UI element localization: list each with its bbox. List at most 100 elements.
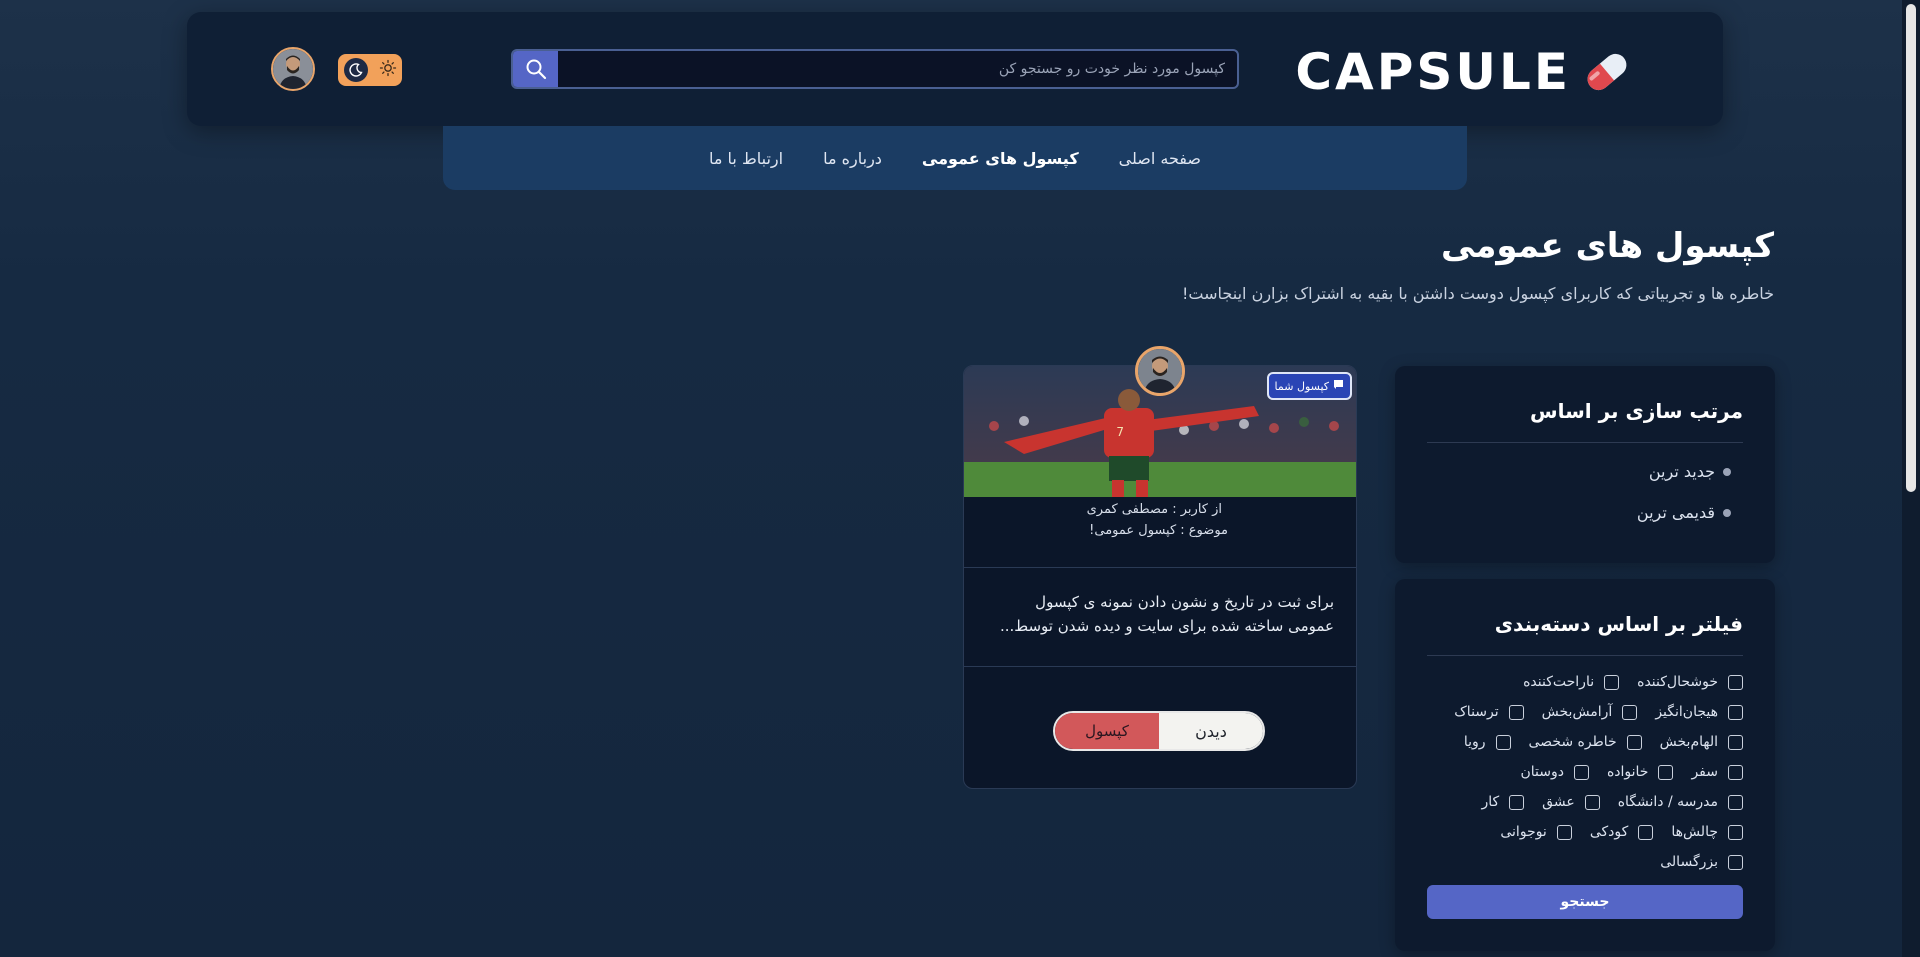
search-bar: [511, 49, 1239, 89]
sort-title: مرتب سازی بر اساس: [1530, 399, 1743, 423]
filter-sad[interactable]: ناراحت‌کننده: [1523, 674, 1620, 690]
filter-row: چالش‌ها کودکی نوجوانی: [1482, 824, 1743, 840]
sun-icon[interactable]: [379, 59, 397, 81]
theme-toggle[interactable]: [338, 54, 402, 86]
card-divider: [964, 666, 1356, 667]
filter-row: مدرسه / دانشگاه عشق کار: [1463, 794, 1743, 810]
page-title: کپسول های عمومی: [1440, 226, 1774, 266]
filter-inspiring[interactable]: الهام‌بخش: [1660, 734, 1743, 750]
filter-friends[interactable]: دوستان: [1520, 764, 1589, 780]
bullet-icon: [1723, 467, 1731, 476]
filter-search-button[interactable]: جستجو: [1427, 885, 1743, 919]
logo[interactable]: CAPSULE: [1295, 42, 1635, 102]
sort-panel: مرتب سازی بر اساس جدید ترین قدیمی ترین: [1395, 366, 1775, 563]
checkbox[interactable]: [1638, 824, 1654, 840]
search-input[interactable]: [561, 51, 1235, 87]
book-icon: [1333, 379, 1344, 393]
checkbox[interactable]: [1728, 794, 1743, 810]
filter-calming[interactable]: آرامش‌بخش: [1542, 704, 1638, 720]
card-topic: موضوع : کپسول عمومی!: [1089, 523, 1228, 538]
nav-contact[interactable]: ارتباط با ما: [709, 149, 783, 168]
checkbox-label: هیجان‌انگیز: [1655, 704, 1718, 720]
filter-family[interactable]: خانواده: [1607, 764, 1674, 780]
page-scrollbar[interactable]: [1902, 0, 1920, 957]
filter-teenage[interactable]: نوجوانی: [1500, 824, 1572, 840]
filter-love[interactable]: عشق: [1542, 794, 1600, 810]
checkbox[interactable]: [1728, 764, 1743, 780]
checkbox[interactable]: [1584, 794, 1600, 810]
filter-school[interactable]: مدرسه / دانشگاه: [1618, 794, 1743, 810]
header: CAPSULE: [187, 12, 1723, 126]
user-avatar[interactable]: [271, 47, 315, 91]
filter-row: الهام‌بخش خاطره شخصی رویا: [1446, 734, 1743, 750]
moon-icon[interactable]: [343, 58, 368, 82]
checkbox-label: ناراحت‌کننده: [1523, 674, 1595, 690]
checkbox[interactable]: [1556, 824, 1572, 840]
checkbox-label: کودکی: [1589, 824, 1629, 840]
view-button[interactable]: دیدن: [1159, 713, 1263, 749]
filter-row: خوشحال‌کننده ناراحت‌کننده: [1505, 674, 1743, 690]
filter-travel[interactable]: سفر: [1691, 764, 1743, 780]
filter-title: فیلتر بر اساس دسته‌بندی: [1494, 612, 1743, 636]
checkbox[interactable]: [1728, 824, 1743, 840]
sort-option-newest[interactable]: جدید ترین: [1649, 462, 1731, 481]
filter-row: سفر خانواده دوستان: [1502, 764, 1743, 780]
filter-dream[interactable]: رویا: [1464, 734, 1511, 750]
checkbox-label: سفر: [1691, 764, 1718, 780]
sort-divider: [1427, 442, 1743, 443]
checkbox[interactable]: [1728, 734, 1743, 750]
checkbox-label: رویا: [1463, 734, 1486, 750]
filter-panel: فیلتر بر اساس دسته‌بندی خوشحال‌کننده نار…: [1395, 579, 1775, 951]
filter-happy[interactable]: خوشحال‌کننده: [1637, 674, 1743, 690]
checkbox[interactable]: [1626, 734, 1642, 750]
checkbox[interactable]: [1728, 674, 1743, 690]
checkbox-label: الهام‌بخش: [1659, 734, 1718, 750]
card-divider: [964, 567, 1356, 568]
svg-text:7: 7: [1116, 425, 1124, 439]
checkbox-label: نوجوانی: [1500, 824, 1547, 840]
checkbox-label: بزرگسالی: [1660, 854, 1718, 870]
nav-about[interactable]: درباره ما: [823, 149, 882, 168]
checkbox-label: مدرسه / دانشگاه: [1617, 794, 1718, 810]
filter-row: بزرگسالی: [1642, 854, 1743, 870]
filter-row: هیجان‌انگیز آرامش‌بخش ترسناک: [1436, 704, 1743, 720]
checkbox-label: دوستان: [1520, 764, 1564, 780]
nav-public-capsules[interactable]: کپسول های عمومی: [922, 149, 1079, 168]
filter-exciting[interactable]: هیجان‌انگیز: [1655, 704, 1743, 720]
search-button[interactable]: [513, 51, 558, 87]
capsule-card[interactable]: 7 کپسول شما از کاربر : مصطفی کمری موضوع …: [963, 346, 1357, 789]
checkbox[interactable]: [1728, 704, 1743, 720]
filter-work[interactable]: کار: [1481, 794, 1525, 810]
checkbox-label: ترسناک: [1454, 704, 1499, 720]
checkbox-label: خاطره شخصی: [1528, 734, 1617, 750]
checkbox[interactable]: [1728, 854, 1743, 870]
sort-option-oldest[interactable]: قدیمی ترین: [1637, 503, 1731, 522]
search-icon: [526, 59, 546, 80]
checkbox[interactable]: [1508, 704, 1524, 720]
checkbox-label: کار: [1481, 794, 1500, 810]
filter-challenges[interactable]: چالش‌ها: [1671, 824, 1743, 840]
checkbox-label: چالش‌ها: [1671, 824, 1718, 840]
filter-scary[interactable]: ترسناک: [1454, 704, 1524, 720]
filter-childhood[interactable]: کودکی: [1589, 824, 1654, 840]
card-text: برای ثبت در تاریخ و نشون دادن نمونه ی کپ…: [999, 593, 1334, 635]
capsule-button[interactable]: کپسول: [1055, 713, 1159, 749]
checkbox-label: خوشحال‌کننده: [1637, 674, 1718, 690]
checkbox[interactable]: [1573, 764, 1589, 780]
checkbox[interactable]: [1604, 674, 1620, 690]
filter-personal-memory[interactable]: خاطره شخصی: [1529, 734, 1642, 750]
card-author-avatar[interactable]: [1135, 346, 1185, 396]
scrollbar-thumb[interactable]: [1906, 4, 1916, 492]
bullet-icon: [1723, 508, 1731, 517]
capsule-badge-label: کپسول شما: [1274, 379, 1329, 393]
filter-divider: [1427, 655, 1743, 656]
checkbox[interactable]: [1509, 794, 1525, 810]
capsule-pill-icon: [1587, 53, 1627, 91]
checkbox[interactable]: [1658, 764, 1674, 780]
sort-option-label: قدیمی ترین: [1636, 503, 1715, 522]
nav-home[interactable]: صفحه اصلی: [1119, 149, 1201, 168]
checkbox[interactable]: [1495, 734, 1511, 750]
main-nav: صفحه اصلی کپسول های عمومی درباره ما ارتب…: [443, 126, 1467, 190]
filter-adulthood[interactable]: بزرگسالی: [1660, 854, 1743, 870]
checkbox[interactable]: [1622, 704, 1638, 720]
